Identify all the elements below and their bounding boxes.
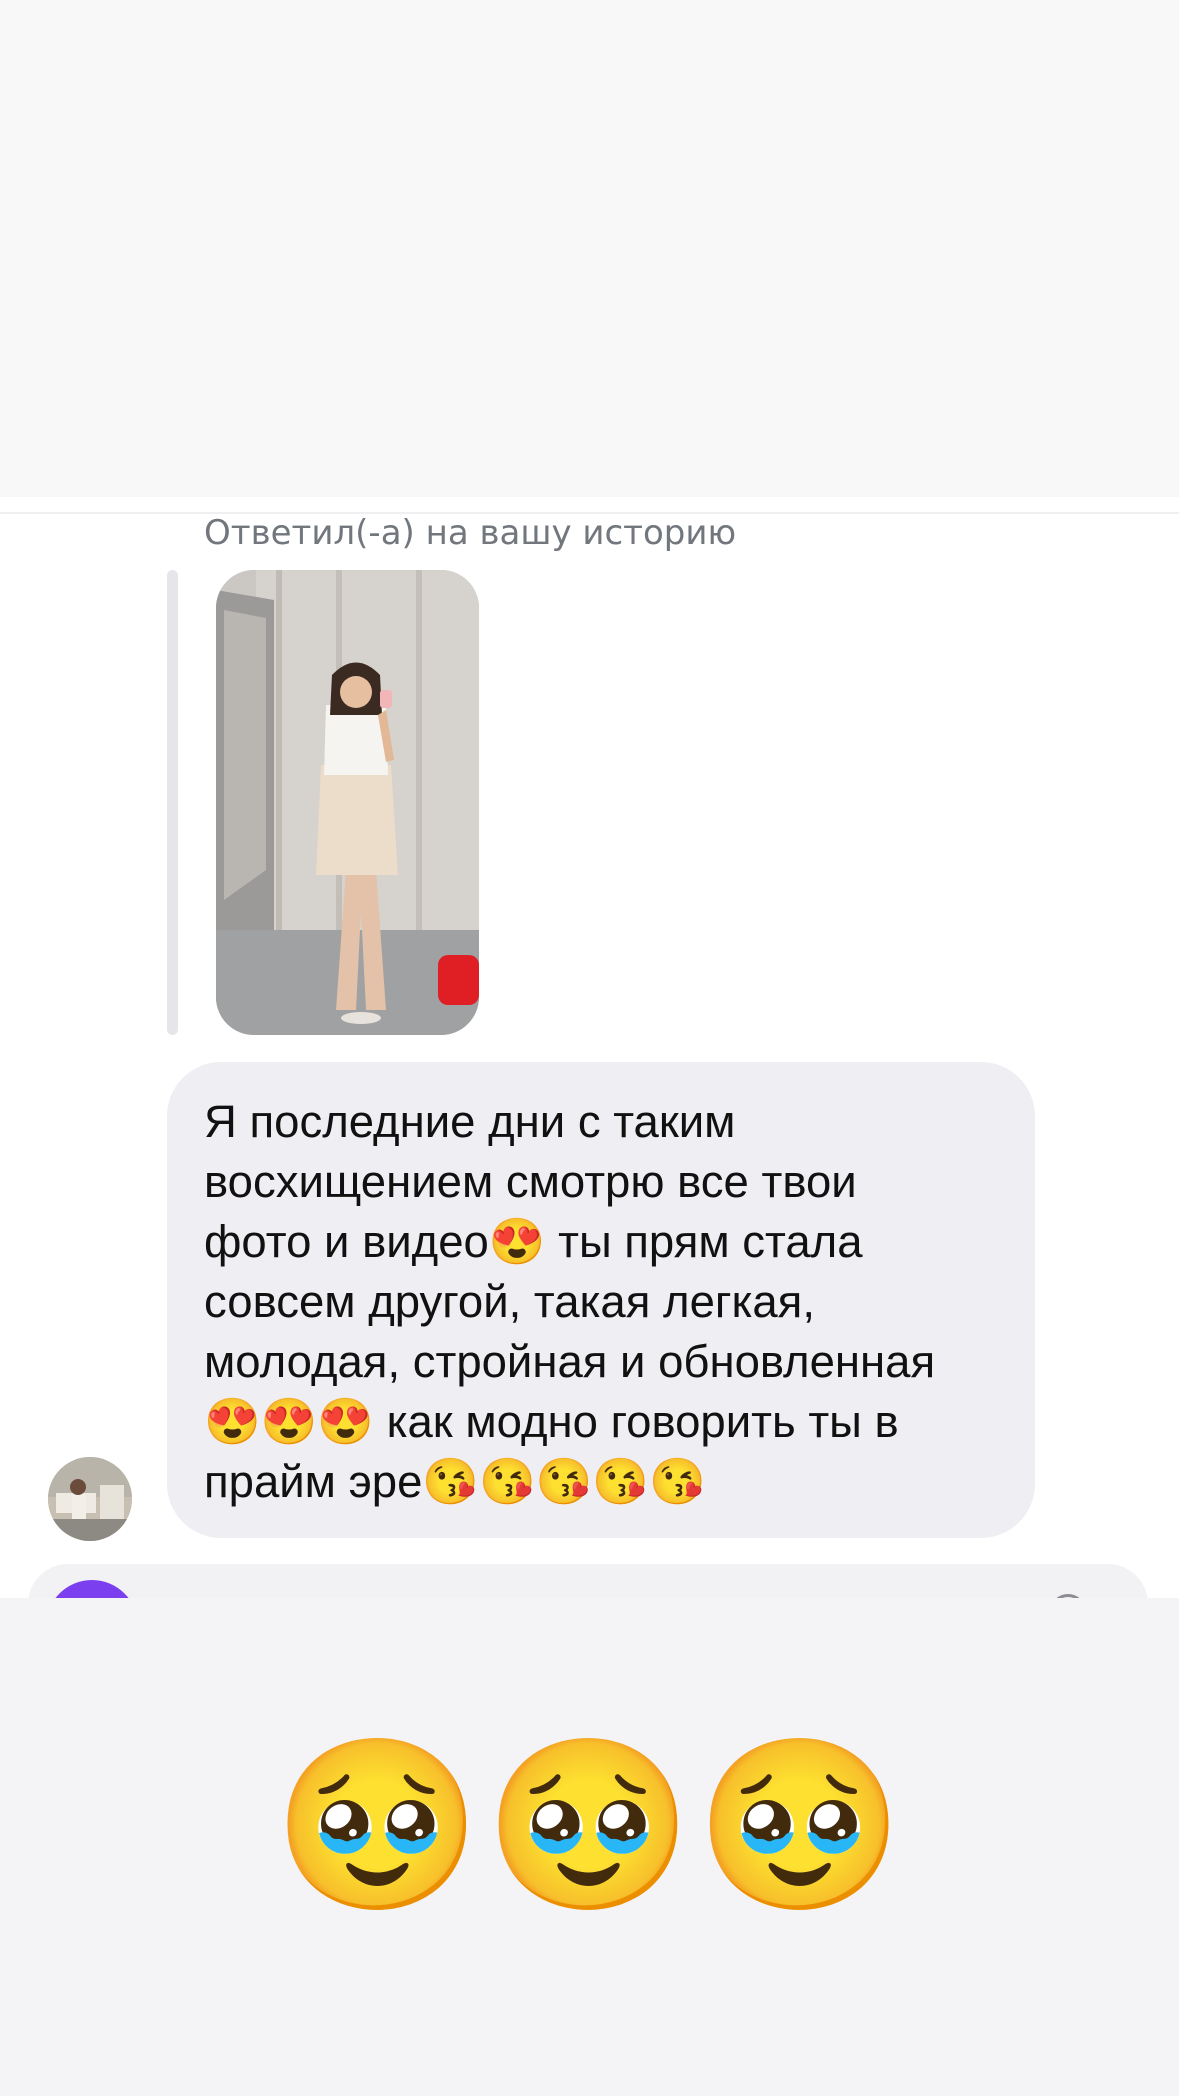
story-top-blank-area <box>0 0 1179 497</box>
story-reply-caption: Ответил(-а) на вашу историю <box>204 513 737 553</box>
message-bubble[interactable]: Я последние дни с таким восхищением смот… <box>167 1062 1035 1538</box>
reply-quote-bar <box>167 570 178 1035</box>
reaction-emojis: 🥹🥹🥹 <box>272 1727 907 1923</box>
message-composer[interactable] <box>28 1564 1148 1598</box>
story-thumbnail[interactable] <box>216 570 479 1035</box>
message-text: Я последние дни с таким восхищением смот… <box>204 1096 936 1507</box>
chat-screenshot: Ответил(-а) на вашу историю Я последние … <box>0 497 1179 1598</box>
composer-camera-button[interactable] <box>46 1580 138 1598</box>
sender-avatar-image <box>48 1457 132 1541</box>
story-bottom-panel: 🥹🥹🥹 <box>0 1598 1179 2096</box>
sender-avatar[interactable] <box>48 1457 132 1541</box>
story-thumbnail-image <box>216 570 479 1035</box>
